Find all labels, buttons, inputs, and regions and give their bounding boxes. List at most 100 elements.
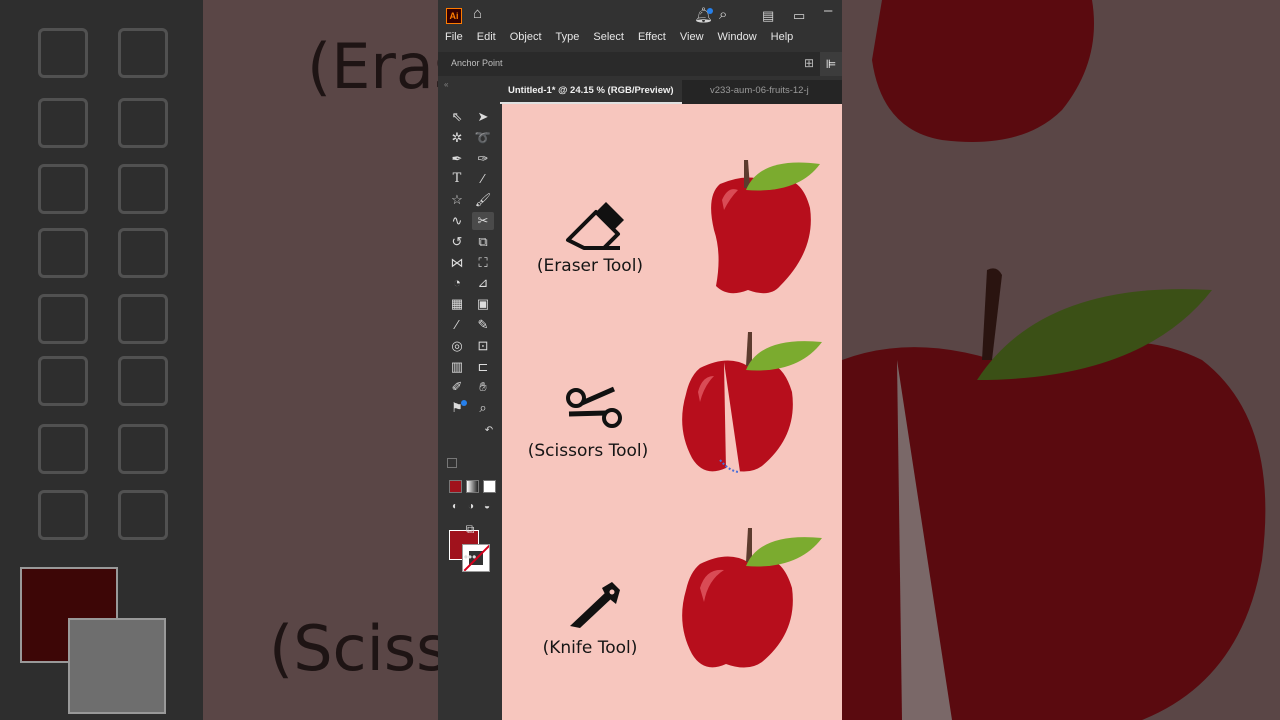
curvature-tool-icon[interactable]: ✑ — [472, 150, 494, 168]
control-bar: Anchor Point ⊞ ⊫ — [438, 52, 842, 76]
blend-tool-icon[interactable]: ◎ — [446, 337, 468, 355]
gradient-tool-icon[interactable]: ▣ — [472, 295, 494, 313]
arrange-documents-icon[interactable]: ▭ — [793, 8, 805, 24]
caption-scissors-tool: (Scissors Tool) — [527, 441, 649, 461]
perspective-grid-tool-icon[interactable]: ⊿ — [472, 274, 494, 292]
none-mode-icon[interactable] — [483, 480, 496, 493]
selection-tool-icon[interactable]: ⇖ — [446, 108, 468, 126]
width-tool-icon[interactable]: ⋈ — [446, 254, 468, 272]
menu-type[interactable]: Type — [549, 30, 587, 50]
pen-icon — [38, 424, 88, 474]
menu-file[interactable]: File — [438, 30, 470, 50]
edit-toolbar-icon[interactable]: ••• — [459, 548, 481, 566]
artboard[interactable]: (Eraser Tool) (Scissors Tool) (Knife Too… — [502, 104, 842, 720]
eyedropper-icon — [38, 228, 88, 278]
scissors-tool-icon[interactable]: ✂ — [472, 212, 494, 230]
menu-help[interactable]: Help — [764, 30, 801, 50]
minimize-icon[interactable]: – — [824, 2, 832, 19]
eyedropper-tool-icon[interactable]: ⁄ — [446, 316, 468, 334]
caption-knife-tool: (Knife Tool) — [542, 638, 638, 658]
color-mode-icon[interactable] — [449, 480, 462, 493]
pen-tool-icon[interactable]: ✒ — [446, 150, 468, 168]
illustrator-window: Ai ⌂ 🔔︎ ⌕ ▤ ▭ – File Edit Object Type Se… — [438, 0, 842, 720]
align-panel-icon[interactable]: ⊫ — [820, 52, 842, 76]
workspace-switcher-icon[interactable]: ▤ — [762, 8, 774, 24]
menu-view[interactable]: View — [673, 30, 711, 50]
apple-scissors — [682, 332, 822, 473]
draw-inside-icon[interactable]: ◒ — [476, 498, 498, 516]
menu-bar: File Edit Object Type Select Effect View… — [438, 30, 842, 50]
default-colors-icon[interactable] — [447, 458, 457, 468]
notification-badge — [707, 8, 713, 14]
swap-fill-stroke-icon[interactable]: ↶ — [478, 422, 500, 440]
tab-fruits-file[interactable]: v233-aum-06-fruits-12-j — [702, 80, 817, 104]
background-text-eraser: (Eras — [307, 30, 438, 103]
background-text-scissors: (Scisso — [269, 612, 438, 685]
rotate-tool-icon[interactable]: ↺ — [446, 233, 468, 251]
blend-icon — [118, 228, 168, 278]
live-paint-icon — [38, 294, 88, 344]
menu-object[interactable]: Object — [503, 30, 549, 50]
artboard-illustration — [566, 160, 822, 668]
control-bar-label: Anchor Point — [451, 58, 503, 68]
magic-wand-icon[interactable]: ✲ — [446, 129, 468, 147]
knife-icon — [570, 582, 620, 628]
gradient-mode-icon[interactable] — [466, 480, 479, 493]
artboard-icon — [118, 28, 168, 78]
perspective-grid-icon — [118, 98, 168, 148]
column-graph-tool-icon[interactable]: ▥ — [446, 358, 468, 376]
gradient-icon — [118, 164, 168, 214]
symbol-sprayer-icon — [118, 294, 168, 344]
search-icon[interactable]: ⌕ — [719, 6, 727, 23]
free-transform-tool-icon[interactable]: ⛶ — [472, 254, 494, 272]
hand-icon — [118, 424, 168, 474]
zoom-icon — [118, 490, 168, 540]
apple-knife — [682, 528, 822, 668]
menu-select[interactable]: Select — [586, 30, 631, 50]
shaper-tool-icon[interactable]: ∿ — [446, 212, 468, 230]
line-tool-icon[interactable]: ∕ — [472, 170, 494, 188]
direct-selection-tool-icon[interactable]: ➤ — [472, 108, 494, 126]
slice-tool-icon[interactable]: ✐ — [446, 378, 468, 396]
lasso-tool-icon[interactable]: ➰ — [472, 129, 494, 147]
scale-tool-icon[interactable]: ⧉ — [472, 233, 494, 251]
hand-tool-icon[interactable]: ✋︎ — [472, 378, 494, 396]
zoom-tool-icon[interactable]: ⌕ — [472, 399, 494, 417]
background-apple-zoom — [842, 0, 1266, 720]
home-icon[interactable]: ⌂ — [473, 5, 482, 22]
puppet-warp-icon — [38, 490, 88, 540]
background-right — [842, 0, 1280, 720]
symbol-sprayer-tool-icon[interactable]: ⊡ — [472, 337, 494, 355]
menu-effect[interactable]: Effect — [631, 30, 673, 50]
tool-badge — [461, 400, 467, 406]
curvature-icon — [38, 28, 88, 78]
graph-icon — [38, 356, 88, 406]
title-bar: Ai ⌂ 🔔︎ ⌕ ▤ ▭ – — [438, 0, 842, 30]
mesh-tool-icon[interactable]: ▦ — [446, 295, 468, 313]
background-left: (Eras (Scisso — [0, 0, 438, 720]
screen-mode-icon[interactable]: ⧉ — [459, 520, 481, 538]
collapse-panel-icon[interactable]: « — [444, 80, 448, 89]
paintbrush-tool-icon[interactable]: 🖌︎ — [472, 191, 494, 209]
tools-panel: ⇖ ➤ ✲ ➰ ✒ ✑ T ∕ ☆ 🖌︎ ∿ ✂ ↺ ⧉ ⋈ ⛶ ◔ ⊿ ▦ ▣… — [442, 104, 500, 574]
menu-edit[interactable]: Edit — [470, 30, 503, 50]
background-toolbar-zoom — [0, 0, 203, 720]
menu-window[interactable]: Window — [711, 30, 764, 50]
background-canvas-zoom: (Eras (Scisso — [203, 0, 438, 720]
scissors-icon — [566, 386, 622, 428]
shaper-icon — [38, 98, 88, 148]
slice-icon — [118, 356, 168, 406]
type-tool-icon[interactable]: T — [446, 170, 468, 188]
tab-untitled-1[interactable]: Untitled-1* @ 24.15 % (RGB/Preview) — [500, 80, 682, 104]
document-tabs: Untitled-1* @ 24.15 % (RGB/Preview) v233… — [500, 80, 842, 104]
shape-builder-tool-icon[interactable]: ◔ — [446, 274, 468, 292]
transform-icon[interactable]: ⊞ — [804, 56, 814, 70]
app-logo: Ai — [446, 8, 462, 24]
apple-eraser — [711, 160, 820, 294]
measure-tool-icon[interactable]: ✎ — [472, 316, 494, 334]
star-tool-icon[interactable]: ☆ — [446, 191, 468, 209]
mesh-icon — [38, 164, 88, 214]
artboard-tool-icon[interactable]: ⊏ — [472, 358, 494, 376]
eraser-icon — [566, 202, 624, 250]
stroke-swatch-zoomed — [68, 618, 166, 714]
